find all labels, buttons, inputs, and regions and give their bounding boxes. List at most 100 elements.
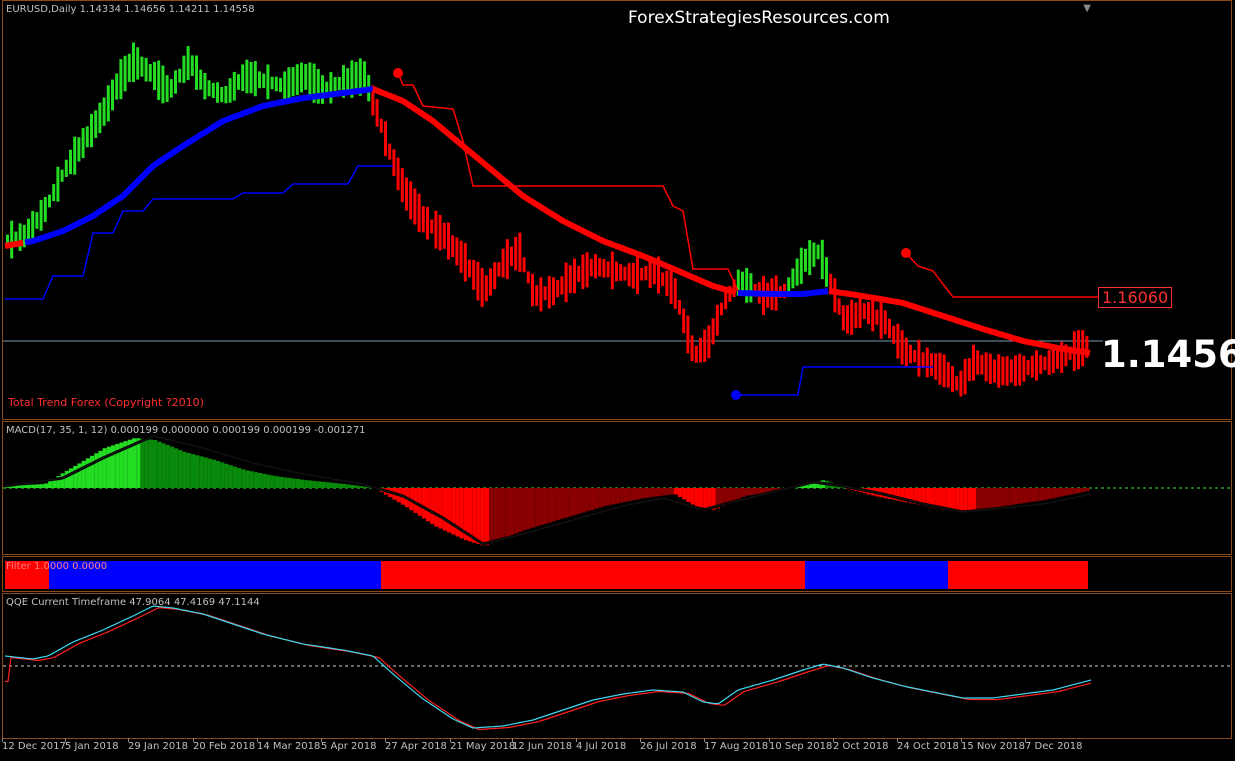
filter-pane[interactable]: Filter 1.0000 0.0000	[2, 556, 1232, 592]
macd-histogram-bar	[136, 438, 141, 488]
macd-histogram-bar	[350, 485, 355, 488]
macd-histogram-bar	[220, 462, 225, 488]
price-bar	[951, 366, 954, 392]
macd-histogram-bar	[745, 488, 750, 496]
price-bar	[1005, 356, 1009, 386]
price-bar	[892, 325, 896, 344]
macd-histogram-bar	[741, 488, 746, 497]
price-bar	[409, 181, 413, 220]
macd-histogram-bar	[434, 488, 439, 527]
price-bar	[623, 266, 627, 281]
price-bar	[375, 99, 379, 127]
date-tick-mark	[257, 738, 258, 742]
price-bar	[396, 157, 400, 191]
price-bar	[90, 113, 93, 148]
date-tick-label: 15 Nov 2018	[961, 741, 1026, 752]
macd-histogram-bar	[1047, 488, 1052, 499]
macd-histogram-bar	[1005, 488, 1010, 506]
macd-histogram-bar	[1081, 488, 1086, 492]
price-bar	[274, 76, 278, 92]
price-bar	[270, 76, 274, 90]
price-bar	[934, 353, 938, 380]
price-bar	[959, 370, 963, 397]
macd-histogram-bar	[1064, 488, 1069, 496]
macd-histogram-bar	[1009, 488, 1014, 505]
qqe-pane[interactable]: QQE Current Timeframe 47.9064 47.4169 47…	[2, 593, 1232, 739]
filter-bar-bullish	[805, 561, 948, 589]
macd-histogram-bar	[489, 488, 494, 544]
price-bar	[60, 169, 64, 182]
macd-histogram-bar	[531, 488, 536, 528]
price-bar	[535, 285, 539, 306]
price-bar	[921, 352, 925, 369]
qqe-slow-line	[5, 607, 1092, 731]
macd-histogram-bar	[951, 488, 956, 511]
macd-histogram-bar	[1030, 488, 1035, 502]
price-bar	[497, 262, 501, 277]
price-bar	[136, 47, 140, 80]
macd-histogram-bar	[363, 486, 368, 488]
price-bar	[594, 254, 597, 279]
macd-histogram-bar	[430, 488, 435, 525]
macd-histogram-bar	[1051, 488, 1056, 499]
date-tick-label: 5 Jan 2018	[65, 741, 119, 752]
macd-histogram-bar	[77, 463, 82, 488]
macd-histogram-bar	[161, 443, 166, 488]
price-bar	[602, 259, 606, 278]
macd-label: MACD(17, 35, 1, 12) 0.000199 0.000000 0.…	[6, 425, 366, 436]
macd-histogram-bar	[476, 488, 481, 544]
price-chart-pane[interactable]: EURUSD,Daily 1.14334 1.14656 1.14211 1.1…	[2, 0, 1235, 420]
macd-histogram-bar	[673, 488, 678, 495]
macd-histogram-bar	[224, 463, 229, 488]
macd-histogram-bar	[585, 488, 590, 512]
price-bar	[115, 73, 119, 100]
price-bar	[220, 87, 224, 103]
macd-histogram-bar	[43, 483, 48, 488]
macd-pane[interactable]: MACD(17, 35, 1, 12) 0.000199 0.000000 0.…	[2, 421, 1232, 555]
price-bar	[980, 354, 984, 375]
date-tick-mark	[450, 738, 451, 742]
price-bar	[568, 265, 572, 294]
macd-histogram-bar	[1043, 488, 1048, 500]
macd-histogram-bar	[564, 488, 569, 518]
macd-histogram-bar	[304, 480, 309, 488]
price-bar	[1018, 353, 1022, 386]
price-bar	[174, 70, 177, 94]
macd-histogram-bar	[1018, 488, 1023, 504]
macd-histogram-bar	[153, 440, 158, 488]
price-bar	[186, 46, 190, 81]
macd-histogram-bar	[522, 488, 527, 531]
date-tick-label: 29 Jan 2018	[128, 741, 188, 752]
price-bar	[1001, 356, 1005, 386]
macd-histogram-bar	[686, 488, 691, 502]
date-tick-label: 27 Apr 2018	[385, 741, 447, 752]
filter-chart	[5, 561, 1088, 589]
price-bar	[321, 75, 324, 104]
macd-histogram-bar	[1068, 488, 1073, 495]
price-bar	[346, 68, 350, 93]
macd-histogram-bar	[321, 481, 326, 488]
price-bar	[850, 299, 854, 335]
price-bar	[963, 359, 967, 395]
macd-histogram-bar	[552, 488, 557, 522]
price-bar	[640, 268, 644, 281]
macd-histogram-bar	[211, 459, 216, 488]
macd-histogram-bar	[337, 483, 342, 488]
date-tick-mark	[1025, 738, 1026, 742]
price-bar	[678, 300, 681, 315]
macd-histogram-bar	[60, 473, 65, 488]
price-bar	[846, 305, 849, 334]
price-bar	[1039, 354, 1043, 374]
price-bar	[804, 248, 807, 272]
macd-histogram-bar	[661, 488, 666, 496]
filter-bar-bearish	[948, 561, 1088, 589]
price-bar	[300, 62, 303, 93]
macd-histogram-bar	[266, 474, 271, 488]
macd-histogram-bar	[703, 488, 708, 508]
macd-histogram-bar	[602, 488, 607, 507]
price-bar	[442, 222, 446, 249]
date-tick-label: 17 Aug 2018	[704, 741, 769, 752]
chart-shift-icon[interactable]: ▼	[1083, 3, 1091, 14]
price-bar	[81, 128, 85, 159]
price-bar	[501, 248, 505, 278]
